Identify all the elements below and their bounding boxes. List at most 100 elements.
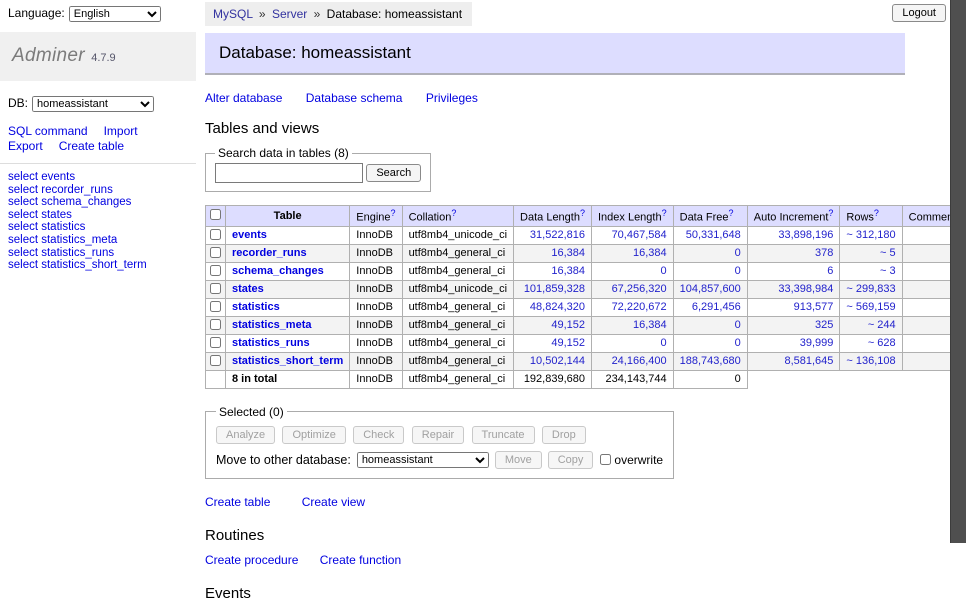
breadcrumb-current: Database: homeassistant [327, 7, 462, 21]
repair-button[interactable]: Repair [412, 426, 464, 444]
sidebar-select-link[interactable]: select statistics [8, 221, 85, 233]
column-help-link[interactable]: ? [874, 208, 879, 218]
collation-cell: utf8mb4_general_ci [402, 334, 513, 352]
routine-links: Create procedure Create function [205, 553, 905, 567]
drop-button[interactable]: Drop [542, 426, 586, 444]
row-checkbox[interactable] [210, 229, 221, 240]
engine-cell: InnoDB [350, 226, 402, 244]
truncate-button[interactable]: Truncate [472, 426, 535, 444]
breadcrumb-mysql-link[interactable]: MySQL [213, 7, 253, 21]
optimize-button[interactable]: Optimize [282, 426, 345, 444]
sidebar-select-link[interactable]: select recorder_runs [8, 184, 113, 196]
copy-button[interactable]: Copy [548, 451, 594, 469]
vertical-scrollbar[interactable] [950, 0, 966, 543]
adminer-brand: Adminer [12, 45, 85, 66]
row-checkbox[interactable] [210, 301, 221, 312]
table-row: recorder_runsInnoDButf8mb4_general_ci16,… [206, 244, 966, 262]
column-help-link[interactable]: ? [451, 208, 456, 218]
sidebar-select-link[interactable]: select schema_changes [8, 196, 131, 208]
privileges-link[interactable]: Privileges [426, 91, 478, 105]
tables-and-views-heading: Tables and views [205, 120, 905, 137]
row-checkbox[interactable] [210, 265, 221, 276]
total-engine-cell: InnoDB [350, 370, 402, 388]
row-checkbox[interactable] [210, 337, 221, 348]
sidebar-select-link[interactable]: select statistics_short_term [8, 259, 147, 271]
table-name-cell: recorder_runs [226, 244, 350, 262]
adminer-version: 4.7.9 [91, 52, 115, 64]
collation-cell: utf8mb4_general_ci [402, 262, 513, 280]
collation-cell: utf8mb4_general_ci [402, 298, 513, 316]
create-table-link-sidebar[interactable]: Create table [59, 139, 124, 153]
engine-cell: InnoDB [350, 298, 402, 316]
tables-tbody: eventsInnoDButf8mb4_unicode_ci31,522,816… [206, 226, 966, 388]
total-index-length-cell: 234,143,744 [591, 370, 673, 388]
index-length-cell: 72,220,672 [591, 298, 673, 316]
rows-cell: ~ 299,833 [840, 280, 902, 298]
move-label: Move to other database: [216, 453, 351, 467]
table-name-link[interactable]: statistics_meta [232, 319, 312, 331]
column-help-link[interactable]: ? [391, 208, 396, 218]
row-checkbox[interactable] [210, 319, 221, 330]
language-row: Language:English [0, 0, 196, 22]
table-name-link[interactable]: statistics [232, 301, 280, 313]
analyze-button[interactable]: Analyze [216, 426, 275, 444]
data-free-cell: 0 [673, 244, 747, 262]
overwrite-checkbox[interactable] [600, 454, 611, 465]
row-checkbox[interactable] [210, 355, 221, 366]
breadcrumb-server-link[interactable]: Server [272, 7, 307, 21]
sidebar-select-link[interactable]: select states [8, 209, 72, 221]
language-select[interactable]: English [69, 6, 161, 22]
move-database-select[interactable]: homeassistant [357, 452, 489, 468]
column-header: Data Length? [514, 206, 592, 227]
table-name-cell: statistics_runs [226, 334, 350, 352]
db-select[interactable]: homeassistant [32, 96, 154, 112]
sidebar-select-link[interactable]: select statistics_runs [8, 247, 114, 259]
sidebar-divider [0, 163, 196, 164]
collation-cell: utf8mb4_general_ci [402, 316, 513, 334]
table-name-link[interactable]: schema_changes [232, 265, 324, 277]
row-checkbox[interactable] [210, 283, 221, 294]
import-link[interactable]: Import [104, 124, 138, 138]
engine-cell: InnoDB [350, 352, 402, 370]
column-header: Index Length? [591, 206, 673, 227]
data-length-cell: 49,152 [514, 316, 592, 334]
search-fieldset: Search data in tables (8) Search [205, 146, 431, 192]
adminer-logo: Adminer 4.7.9 [0, 32, 196, 81]
column-help-link[interactable]: ? [828, 208, 833, 218]
column-help-link[interactable]: ? [662, 208, 667, 218]
create-function-link[interactable]: Create function [320, 553, 401, 567]
column-help-link[interactable]: ? [580, 208, 585, 218]
column-help-link[interactable]: ? [729, 208, 734, 218]
search-button[interactable]: Search [366, 164, 421, 182]
rows-cell: ~ 569,159 [840, 298, 902, 316]
data-free-cell: 188,743,680 [673, 352, 747, 370]
total-data-free-cell: 0 [673, 370, 747, 388]
create-procedure-link[interactable]: Create procedure [205, 553, 298, 567]
sql-command-link[interactable]: SQL command [8, 124, 88, 138]
column-header: Auto Increment? [747, 206, 840, 227]
search-legend: Search data in tables (8) [215, 146, 352, 160]
create-table-link[interactable]: Create table [205, 495, 270, 509]
engine-cell: InnoDB [350, 334, 402, 352]
check-button[interactable]: Check [353, 426, 404, 444]
table-name-link[interactable]: statistics_short_term [232, 355, 343, 367]
export-link[interactable]: Export [8, 139, 43, 153]
row-checkbox[interactable] [210, 247, 221, 258]
create-view-link[interactable]: Create view [302, 495, 365, 509]
database-schema-link[interactable]: Database schema [306, 91, 403, 105]
table-name-link[interactable]: states [232, 283, 264, 295]
sidebar-select-link[interactable]: select events [8, 171, 75, 183]
alter-database-link[interactable]: Alter database [205, 91, 282, 105]
logout-button[interactable]: Logout [892, 4, 946, 22]
sidebar-actions-row-1: SQL command Import [0, 124, 196, 139]
table-name-link[interactable]: events [232, 229, 267, 241]
collation-cell: utf8mb4_unicode_ci [402, 280, 513, 298]
table-name-link[interactable]: recorder_runs [232, 247, 307, 259]
table-name-cell: statistics [226, 298, 350, 316]
move-button[interactable]: Move [495, 451, 542, 469]
sidebar-select-link[interactable]: select statistics_meta [8, 234, 117, 246]
table-row: statistics_short_termInnoDButf8mb4_gener… [206, 352, 966, 370]
table-name-link[interactable]: statistics_runs [232, 337, 310, 349]
search-input[interactable] [215, 163, 363, 183]
select-all-checkbox[interactable] [210, 209, 221, 220]
